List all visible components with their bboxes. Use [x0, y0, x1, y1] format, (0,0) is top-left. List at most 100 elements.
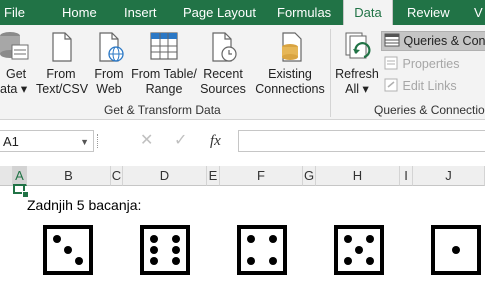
properties-button[interactable]: Properties [383, 55, 459, 73]
from-text-csv-label-1: From [46, 67, 76, 81]
die-pip [172, 246, 180, 254]
recent-sources-button[interactable]: Recent Sources [200, 27, 246, 97]
tab-file-label: File [4, 5, 25, 20]
refresh-all-button[interactable]: Refresh All ▾ [335, 27, 379, 97]
die-border [237, 225, 287, 275]
die-pip [247, 257, 255, 265]
refresh-icon [345, 32, 371, 59]
column-header-g[interactable]: G [303, 166, 316, 186]
chevron-down-icon[interactable]: ▼ [80, 131, 89, 153]
from-web-button[interactable]: From Web [90, 27, 128, 97]
tab-insert-label: Insert [124, 5, 157, 20]
die-pip [344, 235, 352, 243]
tab-view-label: V [474, 5, 483, 20]
column-header-f-label: F [257, 168, 265, 183]
column-header-j-label: J [445, 168, 452, 183]
cell-b2-text: Zadnjih 5 bacanja: [27, 197, 142, 213]
from-web-label-2: Web [96, 82, 122, 96]
tab-page-layout[interactable]: Page Layout [183, 0, 256, 25]
formula-buttons: ✕ ✓ fx [100, 130, 236, 152]
die-pip [355, 246, 363, 254]
tab-review[interactable]: Review [407, 0, 450, 25]
column-header-a-label: A [15, 168, 24, 183]
formula-input[interactable] [238, 130, 485, 152]
existing-connections-button[interactable]: Existing Connections [254, 27, 326, 97]
die-pip [172, 257, 180, 265]
die-pip [172, 235, 180, 243]
die-pip [344, 257, 352, 265]
column-header-c-label: C [111, 168, 122, 183]
column-header-a[interactable]: A [13, 166, 27, 186]
enter-icon[interactable]: ✓ [174, 130, 187, 152]
ribbon-tab-bar: File Home Insert Page Layout Formulas Da… [0, 0, 485, 25]
web-globe-icon [99, 32, 124, 62]
select-all-corner[interactable] [0, 166, 13, 186]
column-header-i-label: I [404, 168, 408, 183]
tab-view[interactable]: V [474, 0, 483, 25]
edit-links-button[interactable]: Edit Links [383, 77, 457, 95]
get-data-label-1: Get [6, 67, 27, 81]
column-header-e[interactable]: E [207, 166, 220, 186]
die-face-1 [43, 225, 93, 275]
column-header-b[interactable]: B [27, 166, 111, 186]
tab-formulas[interactable]: Formulas [277, 0, 331, 25]
edit-links-icon [384, 78, 398, 92]
die-pip [150, 235, 158, 243]
die-pip [150, 257, 158, 265]
insert-function-button[interactable]: fx [210, 130, 221, 152]
refresh-all-label-2: All ▾ [345, 82, 369, 96]
die-pip [269, 235, 277, 243]
column-header-c[interactable]: C [111, 166, 123, 186]
existing-connections-label-1: Existing [268, 67, 312, 81]
tab-page-layout-label: Page Layout [183, 5, 257, 20]
recent-sources-label-2: Sources [200, 82, 246, 96]
die-pip [366, 257, 374, 265]
from-table-range-button[interactable]: From Table/ Range [131, 27, 197, 97]
queries-connections-button[interactable]: Queries & Conn [381, 31, 485, 51]
column-header-d-label: D [159, 168, 170, 183]
from-text-csv-label-2: Text/CSV [36, 82, 89, 96]
group-separator [330, 29, 331, 117]
from-text-csv-button[interactable]: From Text/CSV [36, 27, 89, 97]
column-header-d[interactable]: D [123, 166, 207, 186]
die-pip [53, 235, 61, 243]
queries-connections-label: Queries & Conn [403, 34, 485, 48]
get-data-button[interactable]: Get ata ▾ [0, 27, 30, 97]
die-pip [366, 235, 374, 243]
tab-home[interactable]: Home [62, 0, 97, 25]
tab-insert[interactable]: Insert [124, 0, 157, 25]
tab-data-label: Data [354, 5, 382, 20]
from-web-label-1: From [94, 67, 124, 81]
name-box[interactable]: A1 ▼ [0, 130, 94, 152]
database-icon [0, 32, 29, 60]
tab-formulas-label: Formulas [277, 5, 332, 20]
column-header-e-label: E [208, 168, 218, 183]
tab-data[interactable]: Data [343, 0, 393, 25]
properties-label: Properties [402, 57, 460, 71]
formula-bar: A1 ▼ ✕ ✓ fx [0, 120, 485, 166]
table-icon [150, 32, 178, 60]
tab-review-label: Review [407, 5, 450, 20]
name-box-value: A1 [3, 134, 19, 149]
get-transform-group-label: Get & Transform Data [104, 103, 221, 117]
existing-connections-label-2: Connections [255, 82, 325, 96]
column-header-j[interactable]: J [413, 166, 485, 186]
tab-home-label: Home [62, 5, 97, 20]
column-header-f[interactable]: F [220, 166, 303, 186]
column-header-h[interactable]: H [316, 166, 400, 186]
queries-connections-icon [384, 33, 400, 47]
refresh-all-label-1: Refresh [335, 67, 379, 81]
tab-file[interactable]: File [4, 0, 25, 25]
die-border [140, 225, 190, 275]
die-pip [64, 246, 72, 254]
cancel-icon[interactable]: ✕ [140, 130, 153, 152]
recent-sources-label-1: Recent [203, 67, 243, 81]
die-pip [269, 257, 277, 265]
die-face-5 [431, 225, 481, 275]
column-header-i[interactable]: I [400, 166, 413, 186]
queries-group-label: Queries & Connectio [374, 103, 485, 117]
get-data-label-2: ata ▾ [0, 82, 28, 96]
die-face-2 [140, 225, 190, 275]
column-header-h-label: H [352, 168, 363, 183]
die-pip [75, 257, 83, 265]
